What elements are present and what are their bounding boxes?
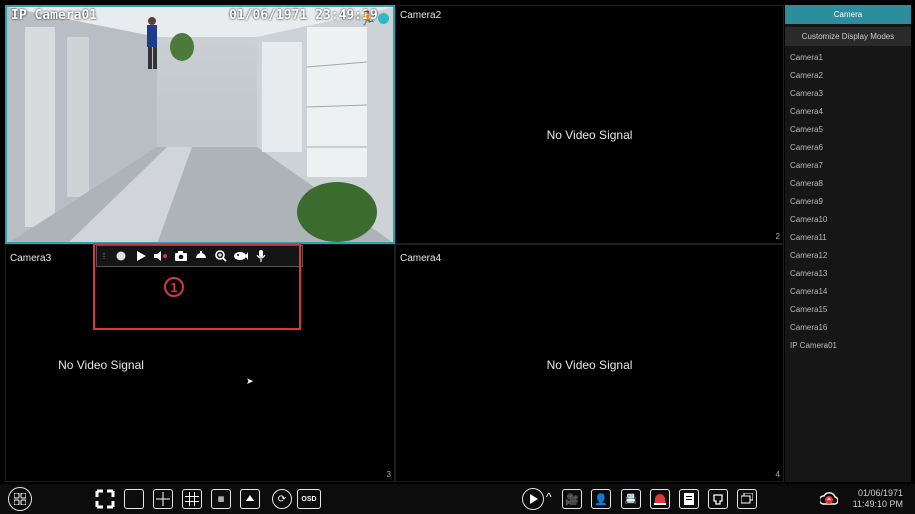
bottom-toolbar: ▦ ⟳ OSD ^ 🎥 👤 📇 01/06/1971 11:49:10 PM — [0, 484, 915, 514]
camera-list-item[interactable]: Camera16 — [785, 319, 911, 337]
layout-16-icon[interactable]: ▦ — [211, 489, 231, 509]
no-video-signal-text: No Video Signal — [58, 358, 144, 372]
disk-icon[interactable] — [679, 489, 699, 509]
manual-record-icon[interactable]: 🎥 — [562, 489, 582, 509]
camera-list-item[interactable]: Camera12 — [785, 247, 911, 265]
tab-customize-display-modes[interactable]: Customize Display Modes — [785, 27, 911, 46]
layout-4-icon[interactable] — [153, 489, 173, 509]
layout-9-icon[interactable] — [182, 489, 202, 509]
clock-date: 01/06/1971 — [857, 488, 903, 498]
layout-1-icon[interactable] — [124, 489, 144, 509]
camera-list: Camera1 Camera2 Camera3 Camera4 Camera5 Camer… — [785, 49, 911, 355]
camera-list-item[interactable]: Camera8 — [785, 175, 911, 193]
monitor-icon[interactable] — [737, 489, 757, 509]
camera-list-item[interactable]: Camera11 — [785, 229, 911, 247]
snapshot-all-icon[interactable]: 📇 — [621, 489, 641, 509]
osd-button[interactable]: OSD — [297, 489, 321, 509]
network-icon[interactable] — [708, 489, 728, 509]
annotation-marker: 1 — [164, 277, 184, 297]
annotation-highlight-box — [93, 243, 301, 330]
no-video-signal-text: No Video Signal — [546, 358, 633, 372]
cell-title: Camera2 — [400, 10, 442, 21]
camera-list-item[interactable]: Camera6 — [785, 139, 911, 157]
motion-alarm-icon: 🏃 — [359, 10, 377, 26]
camera-side-panel: Camera Customize Display Modes Camera1 Ca… — [785, 5, 911, 482]
camera-list-item[interactable]: Camera3 — [785, 85, 911, 103]
osd-camera-name: IP Camera01 — [11, 8, 98, 23]
tab-camera[interactable]: Camera — [785, 5, 911, 24]
camera-list-item[interactable]: Camera10 — [785, 211, 911, 229]
osd-datetime: 01/06/1971 23:49:19 — [229, 8, 378, 23]
cell-number: 3 — [386, 470, 391, 479]
camera-cell-1[interactable]: IP Camera01 01/06/1971 23:49:19 🏃 — [5, 5, 395, 244]
clock-time: 11:49:10 PM — [852, 499, 903, 509]
camera-list-item[interactable]: Camera2 — [785, 67, 911, 85]
cell-title: Camera3 — [10, 253, 52, 264]
cell-number: 4 — [775, 470, 780, 479]
sequence-icon[interactable]: ⟳ — [272, 489, 292, 509]
camera-list-item[interactable]: IP Camera01 — [785, 337, 911, 355]
camera-cell-4[interactable]: Camera4 No Video Signal 4 — [395, 244, 784, 482]
playback-icon[interactable] — [522, 488, 544, 510]
layout-more-icon[interactable] — [240, 489, 260, 509]
camera-list-item[interactable]: Camera1 — [785, 49, 911, 67]
network-status-icon — [378, 13, 389, 24]
camera-list-item[interactable]: Camera13 — [785, 265, 911, 283]
camera-list-item[interactable]: Camera14 — [785, 283, 911, 301]
cell-title: Camera4 — [400, 253, 442, 264]
camera1-video: IP Camera01 01/06/1971 23:49:19 🏃 — [7, 7, 393, 242]
camera-list-item[interactable]: Camera5 — [785, 121, 911, 139]
alarm-icon[interactable] — [650, 489, 670, 509]
fullscreen-icon[interactable] — [95, 489, 115, 509]
no-video-signal-text: No Video Signal — [546, 128, 633, 142]
camera-list-item[interactable]: Camera7 — [785, 157, 911, 175]
chevron-up-icon[interactable]: ^ — [546, 490, 552, 504]
system-clock: 01/06/1971 11:49:10 PM — [853, 488, 903, 510]
camera-list-item[interactable]: Camera4 — [785, 103, 911, 121]
alert-upload-icon[interactable] — [818, 490, 839, 508]
start-menu-icon[interactable] — [8, 487, 32, 511]
camera-list-item[interactable]: Camera9 — [785, 193, 911, 211]
camera-list-item[interactable]: Camera15 — [785, 301, 911, 319]
cell-number: 2 — [775, 232, 780, 241]
mouse-cursor-icon: ➤ — [246, 376, 254, 386]
ptz-user-icon[interactable]: 👤 — [591, 489, 611, 509]
camera-cell-2[interactable]: Camera2 No Video Signal 2 — [395, 5, 784, 244]
